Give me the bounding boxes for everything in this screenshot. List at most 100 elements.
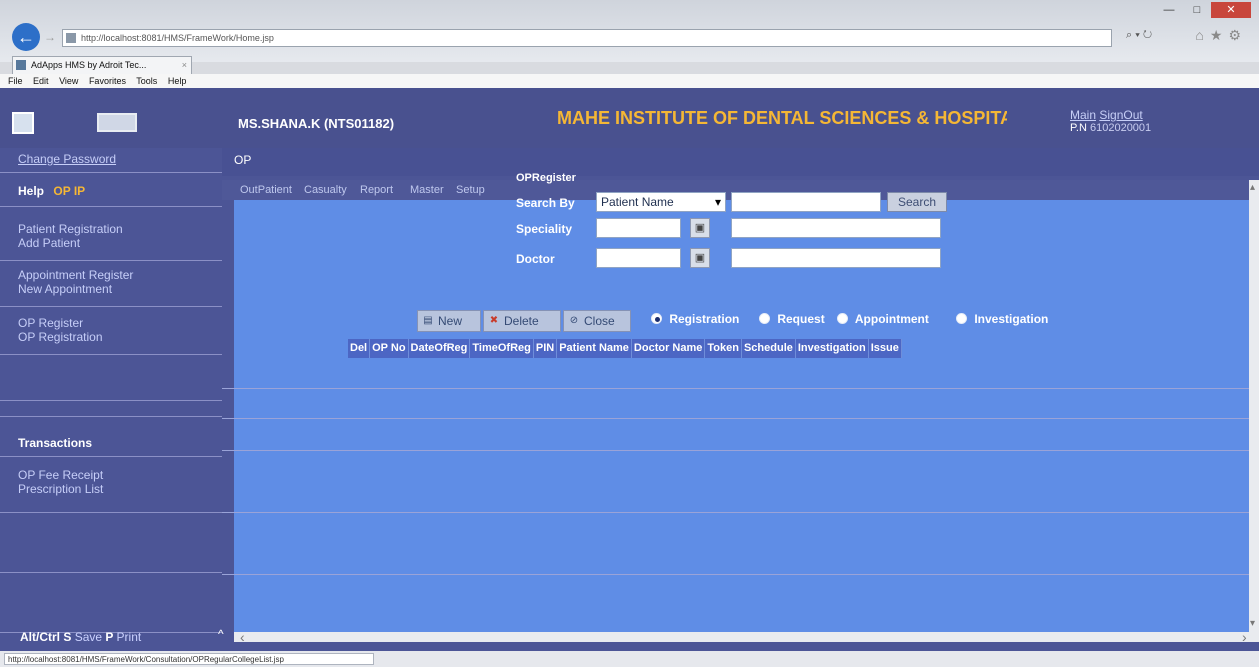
speciality-name-input[interactable]	[731, 218, 941, 238]
divider	[0, 572, 222, 573]
col-schedule[interactable]: Schedule	[741, 339, 796, 358]
radio-icon	[837, 313, 848, 324]
col-date-of-reg[interactable]: DateOfReg	[408, 339, 471, 358]
row-divider	[222, 574, 1259, 575]
change-password-link[interactable]: Change Password	[18, 152, 116, 166]
app-frame: MS.SHANA.K (NTS01182) MAHE INSTITUTE OF …	[0, 88, 1259, 651]
sidebar-item-op-registration[interactable]: OP Registration	[18, 330, 103, 344]
menu-report[interactable]: Report	[360, 184, 393, 196]
browser-nav-icons: ⌂★⚙	[1195, 27, 1247, 44]
scroll-down-icon[interactable]: ▾	[1250, 618, 1255, 629]
radio-investigation[interactable]: Investigation	[956, 312, 1048, 326]
search-by-select[interactable]: Patient Name ▾	[596, 192, 726, 212]
menu-file[interactable]: File	[8, 76, 23, 86]
divider	[0, 354, 222, 355]
lookup-icon[interactable]: ▣	[690, 248, 710, 268]
scroll-up-icon[interactable]: ▴	[1250, 182, 1255, 193]
divider	[0, 512, 222, 513]
search-input[interactable]	[731, 192, 881, 212]
delete-button-label: Delete	[504, 314, 539, 328]
sidebar-item-appointment-register[interactable]: Appointment Register	[18, 268, 133, 282]
tab-close-icon[interactable]: ×	[182, 57, 187, 73]
forward-arrow-icon[interactable]: →	[44, 29, 58, 45]
maximize-icon[interactable]: □	[1183, 2, 1211, 18]
radio-request[interactable]: Request	[759, 312, 825, 326]
menu-help[interactable]: Help	[168, 76, 187, 86]
menu-edit[interactable]: Edit	[33, 76, 49, 86]
transactions-heading: Transactions	[18, 436, 93, 450]
star-icon[interactable]: ★	[1210, 27, 1229, 43]
sidebar: Change Password Help OP IP Patient Regis…	[0, 148, 222, 651]
menu-outpatient[interactable]: OutPatient	[240, 184, 292, 196]
refresh-icon[interactable]: ↻	[1143, 29, 1152, 41]
sidebar-item-prescription-list[interactable]: Prescription List	[18, 482, 103, 496]
close-icon[interactable]: ✕	[1211, 2, 1251, 18]
horizontal-scrollbar[interactable]: ‹ ›	[234, 629, 1259, 645]
app-logo-icon[interactable]	[97, 113, 137, 132]
col-doctor-name[interactable]: Doctor Name	[631, 339, 706, 358]
sidebar-item-new-appointment[interactable]: New Appointment	[18, 282, 112, 296]
col-issue[interactable]: Issue	[868, 339, 902, 358]
hospital-logo-icon[interactable]	[12, 112, 34, 134]
lookup-icon[interactable]: ▣	[690, 218, 710, 238]
menu-tools[interactable]: Tools	[136, 76, 157, 86]
pn-number: P.N 6102020001	[1070, 122, 1151, 134]
menu-casualty[interactable]: Casualty	[304, 184, 347, 196]
status-url: http://localhost:8081/HMS/FrameWork/Cons…	[4, 653, 374, 665]
doctor-name-input[interactable]	[731, 248, 941, 268]
close-circle-icon: ⊘	[569, 315, 579, 326]
search-by-value: Patient Name	[601, 195, 674, 209]
doctor-code-input[interactable]	[596, 248, 681, 268]
search-button[interactable]: Search	[887, 192, 947, 212]
back-arrow-icon[interactable]: ←	[12, 23, 40, 51]
radio-icon	[956, 313, 967, 324]
col-investigation[interactable]: Investigation	[795, 339, 869, 358]
new-button-label: New	[438, 314, 463, 328]
radio-appointment[interactable]: Appointment	[837, 312, 929, 326]
col-time-of-reg[interactable]: TimeOfReg	[470, 339, 534, 358]
col-del[interactable]: Del	[348, 339, 371, 358]
menu-view[interactable]: View	[59, 76, 78, 86]
home-icon[interactable]: ⌂	[1195, 27, 1209, 43]
help-link[interactable]: Help	[18, 184, 44, 198]
search-icon[interactable]: ⌕	[1126, 29, 1132, 41]
menu-master[interactable]: Master	[410, 184, 444, 196]
delete-button[interactable]: ✖ Delete	[483, 310, 561, 332]
vertical-scrollbar[interactable]: ▴ ▾	[1249, 180, 1259, 632]
browser-statusbar: http://localhost:8081/HMS/FrameWork/Cons…	[0, 651, 1259, 667]
new-document-icon: ▤	[423, 315, 433, 326]
col-pin[interactable]: PIN	[533, 339, 558, 358]
chevron-down-icon[interactable]: ▾	[1135, 29, 1140, 41]
sidebar-item-op-register[interactable]: OP Register	[18, 316, 83, 330]
col-token[interactable]: Token	[705, 339, 742, 358]
menu-setup[interactable]: Setup	[456, 184, 485, 196]
radio-selected-icon	[651, 313, 662, 324]
scroll-right-icon[interactable]: ›	[1242, 629, 1247, 645]
address-actions[interactable]: ⌕ ▾ ↻	[1126, 29, 1152, 42]
row-divider	[222, 418, 1259, 419]
close-button[interactable]: ⊘ Close	[563, 310, 631, 332]
browser-tab[interactable]: AdApps HMS by Adroit Tec... ×	[12, 56, 192, 74]
scroll-left-icon[interactable]: ‹	[240, 629, 245, 645]
sidebar-item-op-fee-receipt[interactable]: OP Fee Receipt	[18, 468, 103, 482]
tab-title: AdApps HMS by Adroit Tec...	[31, 60, 147, 70]
menu-favorites[interactable]: Favorites	[89, 76, 126, 86]
op-ip-link[interactable]: OP IP	[53, 184, 85, 198]
scroll-up-icon[interactable]: ^	[218, 627, 224, 641]
col-patient-name[interactable]: Patient Name	[557, 339, 632, 358]
main-link[interactable]: Main	[1070, 108, 1096, 122]
top-links: Main SignOut	[1070, 108, 1143, 122]
col-op-no[interactable]: OP No	[370, 339, 409, 358]
address-bar[interactable]: http://localhost:8081/HMS/FrameWork/Home…	[62, 29, 1112, 47]
app-header: MS.SHANA.K (NTS01182) MAHE INSTITUTE OF …	[0, 88, 1259, 148]
radio-registration[interactable]: Registration	[651, 312, 739, 326]
minimize-icon[interactable]: —	[1155, 2, 1183, 18]
sidebar-item-patient-registration[interactable]: Patient Registration	[18, 222, 123, 236]
sidebar-item-add-patient[interactable]: Add Patient	[18, 236, 80, 250]
keyboard-hint: Alt/Ctrl S Save P Print	[20, 630, 141, 644]
speciality-label: Speciality	[516, 222, 573, 236]
signout-link[interactable]: SignOut	[1099, 108, 1142, 122]
gear-icon[interactable]: ⚙	[1228, 27, 1247, 43]
new-button[interactable]: ▤ New	[417, 310, 481, 332]
speciality-code-input[interactable]	[596, 218, 681, 238]
